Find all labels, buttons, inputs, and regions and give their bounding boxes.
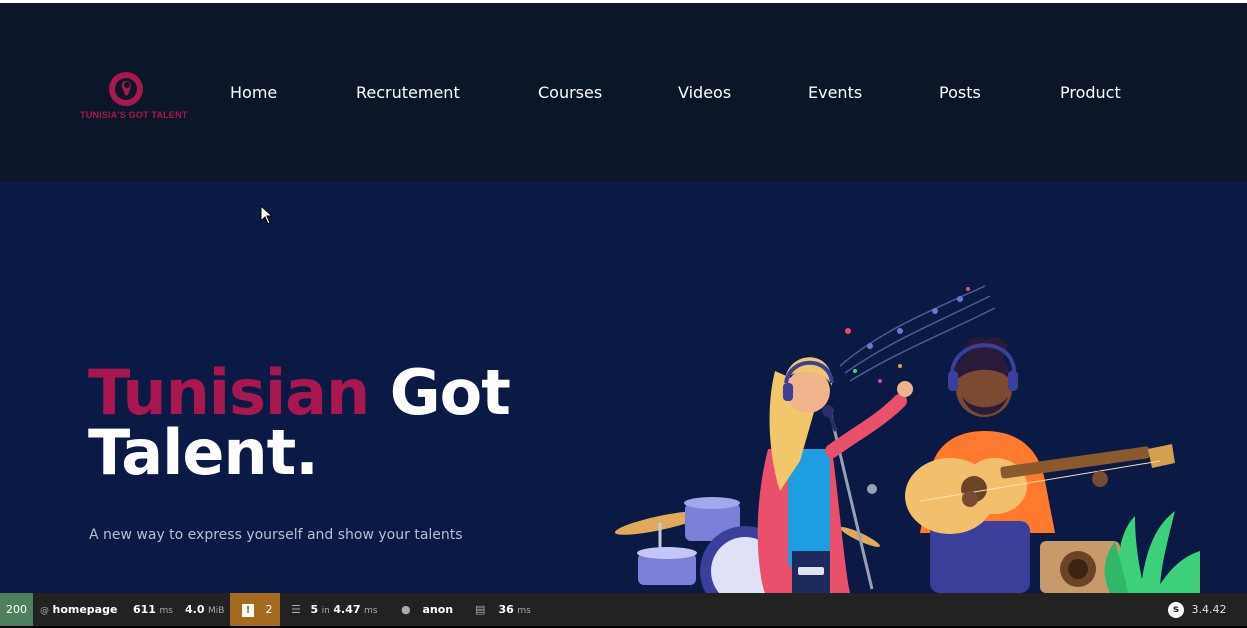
memory-item[interactable]: 4.0 MiB (185, 593, 224, 626)
debug-toolbar: 200 @ homepage 611 ms 4.0 MiB ! 2 ☰ 5 in… (0, 593, 1247, 626)
nav-posts[interactable]: Posts (939, 83, 981, 102)
logo-text: TUNISIA'S GOT TALENT (80, 110, 188, 120)
status-code-badge[interactable]: 200 (0, 593, 33, 626)
layers-icon: ☰ (291, 603, 301, 616)
time-item[interactable]: 611 ms (133, 593, 173, 626)
musicians-illustration (614, 285, 1200, 593)
warnings-item[interactable]: ! 2 (230, 593, 280, 626)
version-item[interactable]: s 3.4.42 (1168, 593, 1227, 626)
hero-title-talent: Talent. (88, 416, 319, 489)
mouse-cursor-icon (260, 205, 274, 225)
route-item[interactable]: @ homepage (40, 593, 117, 626)
route-name: homepage (52, 603, 118, 616)
nav-home[interactable]: Home (230, 83, 277, 102)
nav-videos[interactable]: Videos (678, 83, 731, 102)
template-icon: ▤ (475, 603, 486, 616)
hero-title-got: Got (389, 356, 511, 429)
symfony-logo-icon: s (1168, 602, 1184, 618)
navbar: TUNISIA'S GOT TALENT Home Recrutement Co… (0, 3, 1247, 181)
singer-figure (757, 357, 913, 593)
nav-recrutement[interactable]: Recrutement (356, 83, 460, 102)
music-note-dots (867, 296, 963, 349)
user-item[interactable]: ● anon (401, 593, 453, 626)
warning-icon: ! (242, 603, 254, 617)
brand-logo[interactable]: TUNISIA'S GOT TALENT (80, 69, 188, 129)
user-icon: ● (401, 603, 411, 616)
hero-title: Tunisian Got Talent. (88, 362, 511, 484)
nav-courses[interactable]: Courses (538, 83, 602, 102)
nav-product[interactable]: Product (1060, 83, 1121, 102)
hero-subtitle: A new way to express yourself and show y… (89, 527, 463, 543)
render-time-item[interactable]: ▤ 36 ms (475, 593, 531, 626)
microphone-logo-icon (109, 72, 143, 106)
cache-item[interactable]: ☰ 5 in 4.47 ms (291, 593, 377, 626)
nav-events[interactable]: Events (808, 83, 862, 102)
hero-section: Tunisian Got Talent. A new way to expres… (0, 181, 1247, 593)
